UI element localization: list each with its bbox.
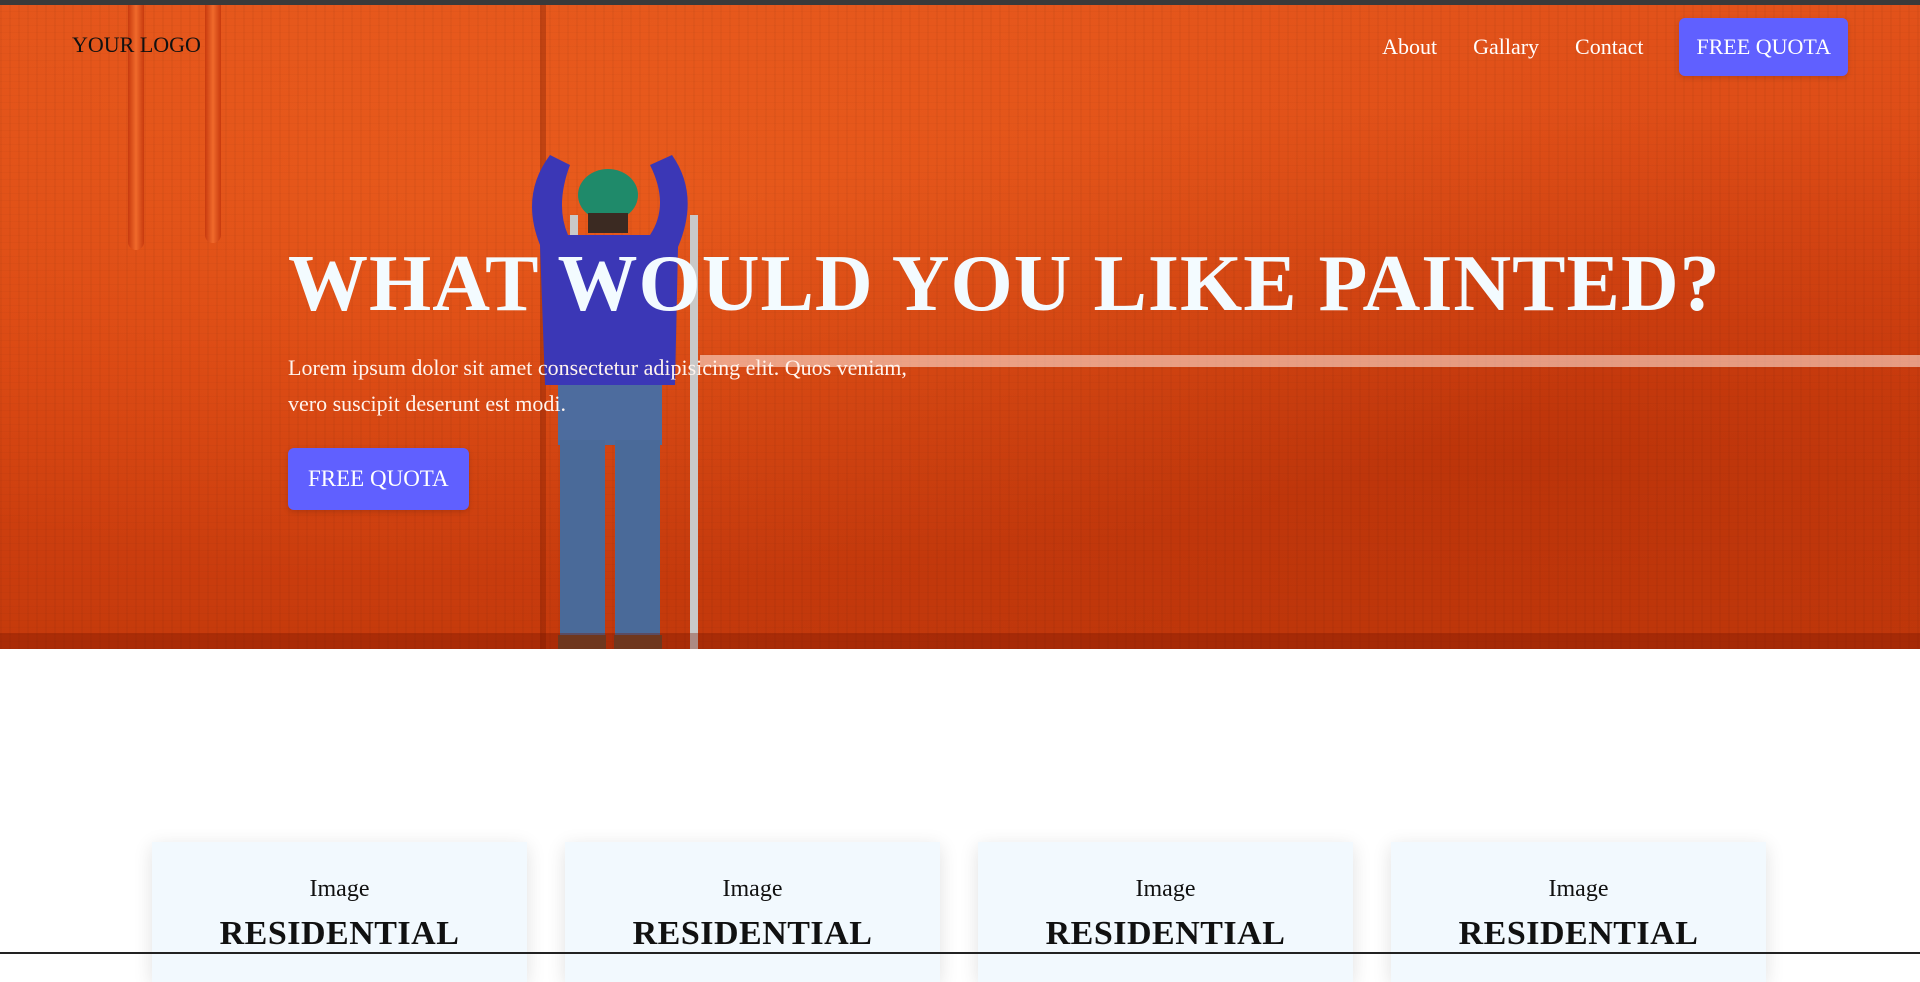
hero-free-quota-button[interactable]: FREE QUOTA xyxy=(288,448,469,510)
nav-link-gallery[interactable]: Gallary xyxy=(1473,34,1539,60)
hero-title: WHAT WOULD YOU LIKE PAINTED? xyxy=(288,240,1721,328)
service-card[interactable]: Image RESIDENTIAL xyxy=(978,842,1353,982)
service-cards: Image RESIDENTIAL Image RESIDENTIAL Imag… xyxy=(152,842,1768,982)
service-card[interactable]: Image RESIDENTIAL xyxy=(1391,842,1766,982)
card-title: RESIDENTIAL xyxy=(632,915,873,952)
card-image-placeholder: Image xyxy=(1548,876,1609,902)
wall-bottom-edge xyxy=(0,633,1920,649)
nav-link-about[interactable]: About xyxy=(1382,34,1437,60)
card-image-placeholder: Image xyxy=(309,876,370,902)
nav-link-contact[interactable]: Contact xyxy=(1575,34,1643,60)
hero-description: Lorem ipsum dolor sit amet consectetur a… xyxy=(288,355,907,416)
service-card[interactable]: Image RESIDENTIAL xyxy=(152,842,527,982)
hero-content: WHAT WOULD YOU LIKE PAINTED? Lorem ipsum… xyxy=(288,240,1808,510)
wall-pipe xyxy=(205,5,221,243)
card-image-placeholder: Image xyxy=(1135,876,1196,902)
main-nav: About Gallary Contact FREE QUOTA xyxy=(1382,18,1848,76)
card-title: RESIDENTIAL xyxy=(219,915,460,952)
card-title: RESIDENTIAL xyxy=(1045,915,1286,952)
service-card[interactable]: Image RESIDENTIAL xyxy=(565,842,940,982)
nav-free-quota-button[interactable]: FREE QUOTA xyxy=(1679,18,1848,76)
site-logo[interactable]: YOUR LOGO xyxy=(72,32,201,58)
card-title: RESIDENTIAL xyxy=(1458,915,1699,952)
card-image-placeholder: Image xyxy=(722,876,783,902)
